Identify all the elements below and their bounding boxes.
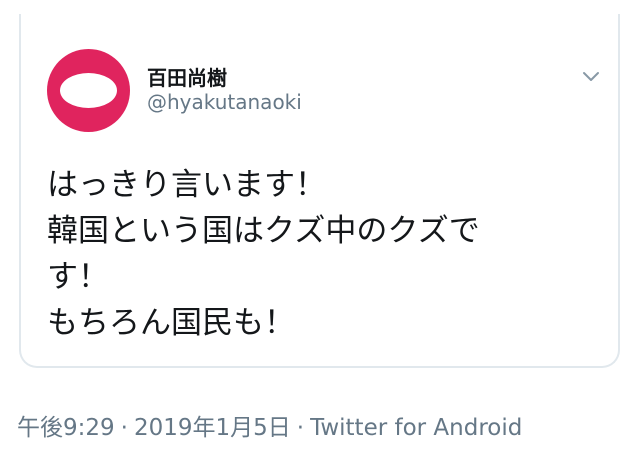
author-display-name[interactable]: 百田尚樹 bbox=[147, 62, 227, 91]
author-handle[interactable]: @hyakutanaoki bbox=[147, 90, 302, 114]
tweet-text-line: はっきり言います！ bbox=[47, 167, 326, 203]
tweet-text-line: もちろん国民も！ bbox=[47, 305, 295, 341]
tweet-card: 百田尚樹 @hyakutanaoki はっきり言います！ 韓国という国はクズ中の… bbox=[19, 14, 620, 368]
tweet-text-line: 韓国という国はクズ中のクズで bbox=[47, 213, 480, 249]
meta-separator: · bbox=[296, 415, 305, 441]
tweet-text-line: す！ bbox=[47, 259, 109, 295]
avatar[interactable] bbox=[47, 49, 130, 132]
chevron-down-icon[interactable] bbox=[581, 66, 601, 86]
tweet-text: はっきり言います！ 韓国という国はクズ中のクズで す！ もちろん国民も！ bbox=[47, 162, 587, 346]
tweet-source[interactable]: Twitter for Android bbox=[310, 415, 522, 441]
tweet-time[interactable]: 午後9:29 bbox=[17, 415, 115, 441]
tweet-meta: 午後9:29 · 2019年1月5日 · Twitter for Android bbox=[17, 408, 522, 442]
avatar-icon bbox=[60, 73, 117, 108]
tweet-date[interactable]: 2019年1月5日 bbox=[134, 415, 291, 441]
meta-separator: · bbox=[120, 415, 128, 441]
tweet-screenshot: 百田尚樹 @hyakutanaoki はっきり言います！ 韓国という国はクズ中の… bbox=[0, 0, 640, 457]
